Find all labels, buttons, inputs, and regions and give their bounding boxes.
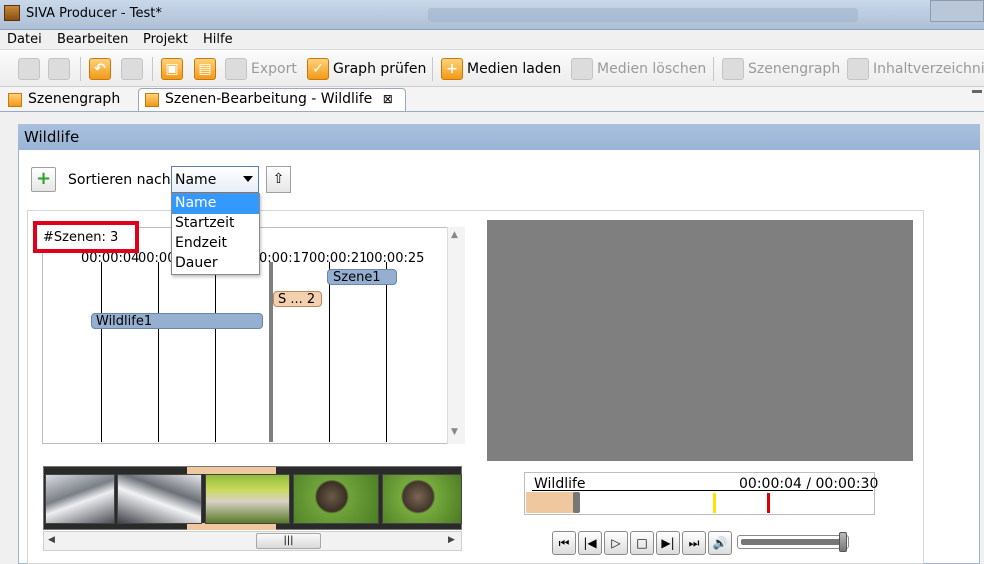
timeline-gridline [329, 262, 330, 442]
toc-icon [847, 58, 869, 80]
delete-media-button: Medien löschen [597, 61, 707, 77]
add-scene-button[interactable]: + [31, 167, 56, 192]
volume-icon[interactable]: 🔊 [708, 531, 732, 555]
minimize-icon[interactable] [972, 90, 982, 93]
tick-label: 00:00:21 [309, 251, 368, 266]
scene-count: #Szenen: 3 [43, 230, 119, 245]
progress-rule [532, 490, 873, 491]
timeline-cursor[interactable] [269, 262, 273, 442]
step-forward-icon[interactable]: ▶| [656, 531, 680, 555]
toolbar-separator [80, 57, 81, 81]
timeline-gridline [158, 262, 159, 442]
redo-icon [121, 58, 143, 80]
start-marker[interactable] [713, 493, 716, 513]
scroll-up-icon[interactable]: ▲ [451, 230, 458, 240]
graph-check-icon[interactable]: ✓ [307, 58, 329, 80]
end-marker[interactable] [767, 493, 770, 513]
menu-hilfe[interactable]: Hilfe [203, 32, 233, 47]
sort-value: Name [175, 172, 217, 188]
editor-title: Wildlife [24, 128, 80, 146]
menu-projekt[interactable]: Projekt [143, 32, 188, 47]
skip-to-end-icon[interactable]: ⏭ [682, 531, 706, 555]
export-icon [225, 58, 247, 80]
toolbar-separator [432, 57, 433, 81]
delete-media-icon [571, 58, 593, 80]
graph-check-button[interactable]: Graph prüfen [333, 61, 426, 77]
scene-graph-tab-icon [8, 93, 22, 107]
tick-label: 00:00:25 [366, 251, 425, 266]
scene-bar-wildlife1[interactable]: Wildlife1 [91, 313, 263, 329]
sort-label: Sortieren nach: [68, 172, 176, 188]
new-icon [18, 58, 40, 80]
film-frame[interactable] [205, 474, 290, 524]
sort-option-endtime[interactable]: Endzeit [172, 234, 259, 254]
close-tab-icon[interactable]: ⊠ [383, 92, 393, 106]
sort-direction-button[interactable]: ⇧ [266, 166, 291, 193]
save-icon[interactable]: ▣ [161, 58, 183, 80]
scene-bar-scene1[interactable]: Szene1 [327, 269, 397, 285]
play-icon[interactable]: ▷ [604, 531, 628, 555]
volume-handle[interactable] [839, 532, 847, 552]
progress-fill [526, 492, 575, 513]
editor-header [18, 124, 980, 150]
film-frame[interactable] [382, 474, 462, 524]
export-button: Export [251, 61, 297, 77]
menu-bearbeiten[interactable]: Bearbeiten [57, 32, 128, 47]
sort-option-starttime[interactable]: Startzeit [172, 214, 259, 234]
tick-label: 00:00 [138, 251, 176, 266]
app-icon [4, 5, 20, 21]
filmstrip-scroll-thumb[interactable]: ||| [256, 533, 321, 549]
sort-option-name[interactable]: Name [172, 194, 259, 214]
filmstrip-selection-bottom [187, 523, 276, 530]
save-disabled-icon [48, 58, 70, 80]
scene-bar-scene2[interactable]: S ... 2 [273, 291, 322, 307]
scene-graph-icon [722, 58, 744, 80]
add-media-icon[interactable]: + [441, 58, 463, 80]
filmstrip-scrollbar[interactable]: ◀ ▶ [43, 531, 462, 551]
tick-label: 00:00:04 [81, 251, 140, 266]
sort-option-duration[interactable]: Dauer [172, 254, 259, 274]
undo-icon[interactable]: ↶ [89, 58, 111, 80]
toolbar-separator [713, 57, 714, 81]
scene-edit-tab-icon [145, 93, 159, 107]
background-window-title [428, 8, 858, 22]
timeline-gridline [215, 262, 216, 442]
toc-button: Inhaltverzeichnis [873, 61, 984, 77]
menu-datei[interactable]: Datei [7, 32, 42, 47]
window-title: SIVA Producer - Test* [26, 6, 162, 21]
progress-handle[interactable] [573, 492, 580, 513]
filmstrip-selection-top [187, 467, 276, 474]
save-as-icon[interactable]: ▤ [194, 58, 216, 80]
step-back-icon[interactable]: |◀ [578, 531, 602, 555]
film-frame[interactable] [117, 474, 202, 524]
tab-scene-edit-label: Szenen-Bearbeitung - Wildlife [165, 91, 373, 107]
scroll-down-icon[interactable]: ▼ [451, 427, 458, 437]
plus-icon: + [35, 168, 52, 189]
timeline-gridline [386, 262, 387, 442]
tab-scene-graph[interactable]: Szenengraph [2, 89, 134, 112]
arrow-up-icon: ⇧ [272, 171, 285, 187]
tab-scene-edit[interactable]: Szenen-Bearbeitung - Wildlife ⊠ [138, 88, 406, 111]
volume-fill [741, 539, 841, 545]
load-media-button[interactable]: Medien laden [467, 61, 561, 77]
scroll-left-icon[interactable]: ◀ [48, 535, 55, 545]
toolbar-separator [152, 57, 153, 81]
timeline-scrollbar[interactable]: ▲ ▼ [447, 227, 465, 444]
film-frame[interactable] [45, 474, 115, 524]
timeline-gridline [101, 262, 102, 442]
stop-icon[interactable]: □ [630, 531, 654, 555]
chevron-down-icon [243, 176, 253, 182]
tick-label: 0:00:17 [259, 251, 310, 266]
tab-scene-graph-label: Szenengraph [28, 91, 121, 107]
scene-graph-button: Szenengraph [748, 61, 841, 77]
film-frame[interactable] [293, 474, 379, 524]
skip-to-start-icon[interactable]: ⏮ [552, 531, 576, 555]
scroll-right-icon[interactable]: ▶ [448, 535, 455, 545]
video-preview [487, 220, 913, 461]
window-controls[interactable] [930, 0, 984, 22]
